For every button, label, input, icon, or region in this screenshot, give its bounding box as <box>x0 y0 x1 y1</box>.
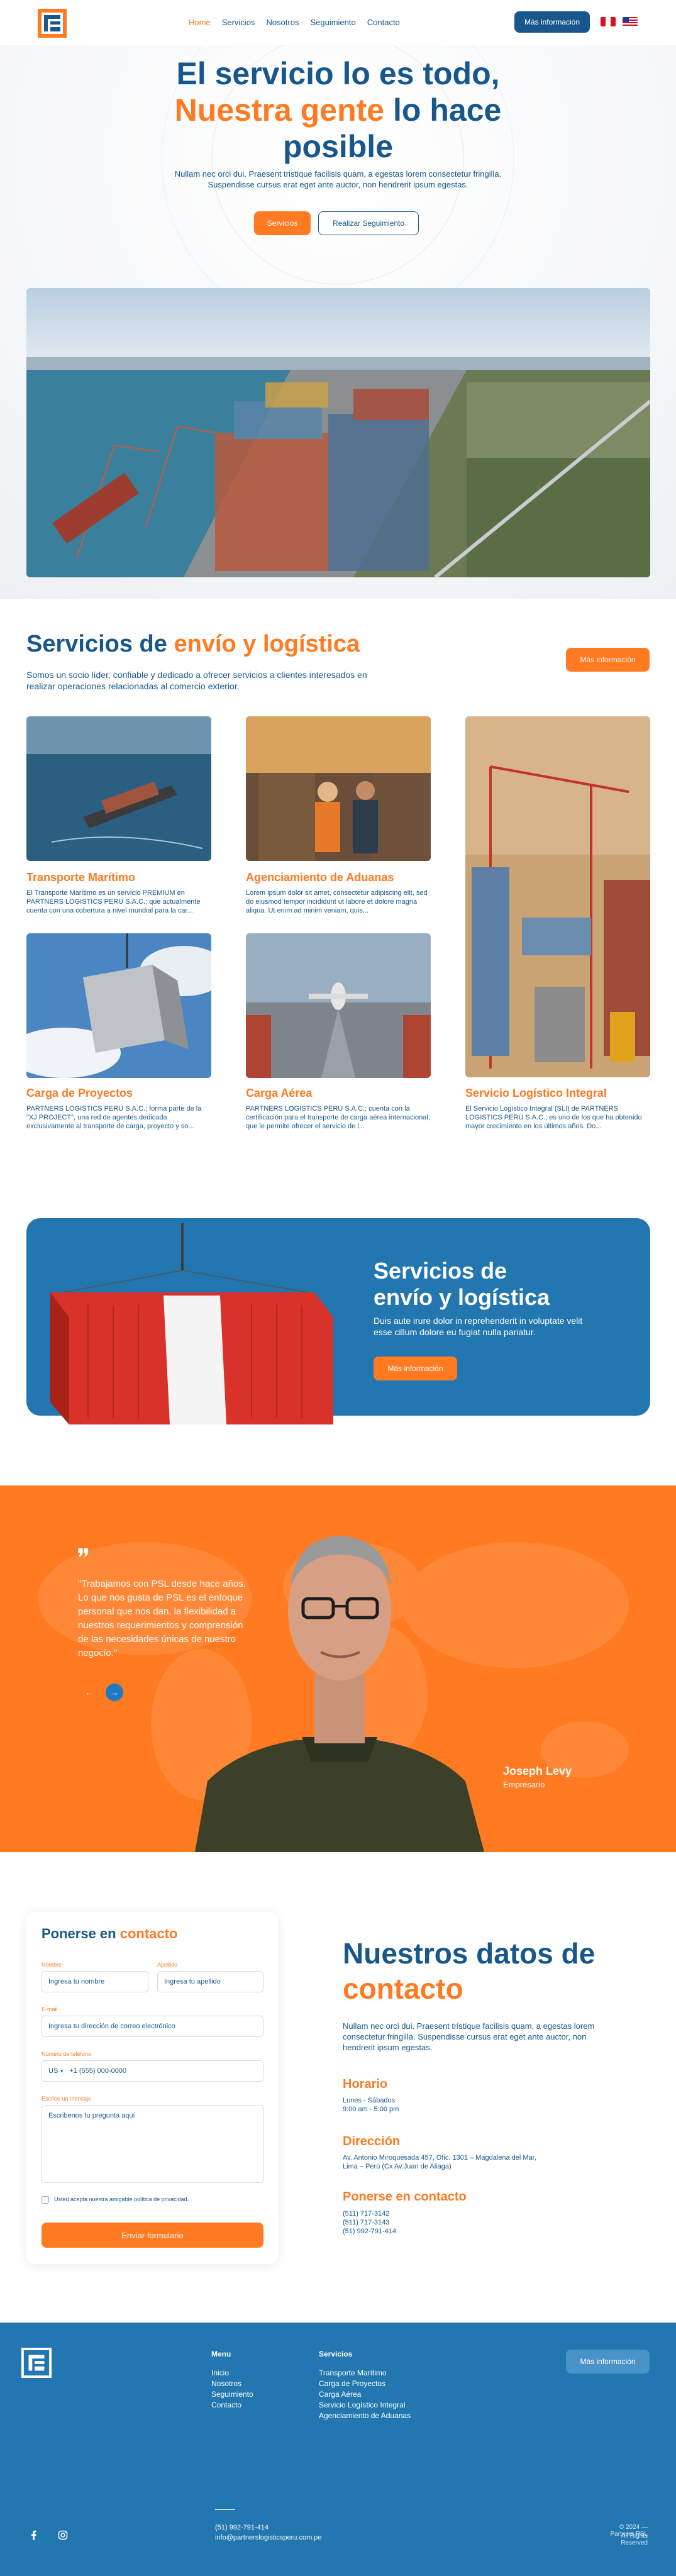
contact-phones-heading: Ponerse en contacto <box>343 2190 467 2204</box>
card-title[interactable]: Carga de Proyectos <box>26 1087 133 1100</box>
privacy-label[interactable]: Usted acepta nuestra amigable política d… <box>54 2196 189 2202</box>
banner-more-info-button[interactable]: Más información <box>374 1357 457 1380</box>
phone-2[interactable]: (511) 717-3143 <box>343 2218 389 2228</box>
card-title[interactable]: Servicio Logístico Integral <box>465 1087 607 1100</box>
footer-link-aerea[interactable]: Carga Aérea <box>319 2390 361 2399</box>
submit-form-button[interactable]: Enviar formulario <box>42 2223 263 2248</box>
maritime-ship-image[interactable] <box>26 716 211 861</box>
instagram-icon[interactable] <box>58 2530 68 2540</box>
logistics-crane-image[interactable] <box>465 716 650 1077</box>
peru-container-image <box>50 1223 333 1424</box>
form-title: Ponerse en contacto <box>42 1926 178 1941</box>
name-label: Nombre <box>42 1962 62 1968</box>
main-nav: Home Servicios Nosotros Seguimiento Cont… <box>189 18 400 27</box>
footer-logo[interactable] <box>21 2348 52 2378</box>
footer-divider <box>215 2509 235 2510</box>
nav-seguimiento[interactable]: Seguimiento <box>310 18 355 27</box>
chevron-down-icon[interactable]: ▾ <box>60 2068 63 2074</box>
copyright-line2: All Rights Reserved <box>621 2533 648 2546</box>
usa-flag-icon[interactable] <box>623 17 638 26</box>
air-cargo-image[interactable] <box>246 933 431 1078</box>
tracking-button[interactable]: Realizar Seguimiento <box>318 211 419 235</box>
contact-info-title: Nuestros datos de contacto <box>343 1937 596 2005</box>
phone-label: Número de teléfono <box>42 2051 92 2057</box>
phone-1[interactable]: (511) 717-3142 <box>343 2209 389 2219</box>
footer-services-heading: Servicios <box>319 2350 353 2358</box>
nav-servicios[interactable]: Servicios <box>222 18 255 27</box>
phone-input[interactable]: US ▾ +1 (555) 000-0000 <box>42 2060 263 2082</box>
footer-menu-heading: Menu <box>211 2350 231 2358</box>
services-more-info-button[interactable]: Más información <box>566 648 650 672</box>
card-text: PARTNERS LOGISTICS PERU S.A.C.; forma pa… <box>26 1105 202 1130</box>
phone-3[interactable]: (51) 992-791-414 <box>343 2227 396 2236</box>
testimonial-section <box>0 1485 676 1852</box>
hours-time: 9:00 am - 5:00 pm <box>343 2106 399 2113</box>
name-input[interactable]: Ingresa tu nombre <box>42 1971 148 1992</box>
nav-contacto[interactable]: Contacto <box>367 18 400 27</box>
card-text: El Servicio Logístico Integral (SLI) de … <box>465 1105 642 1130</box>
hours-heading: Horario <box>343 2077 388 2091</box>
port-aerial-image <box>26 288 650 577</box>
footer-link-aduanas[interactable]: Agenciamiento de Aduanas <box>319 2411 411 2420</box>
footer-link-nosotros[interactable]: Nosotros <box>211 2379 241 2388</box>
address-heading: Dirección <box>343 2135 401 2148</box>
facebook-icon[interactable] <box>29 2530 39 2540</box>
address-line1: Av. Antonio Miroquesada 457, Ofic. 1301 … <box>343 2154 536 2162</box>
peru-flag-icon[interactable] <box>601 17 616 26</box>
testimonial-name: Joseph Levy <box>503 1765 572 1777</box>
card-text: El Transporte Marítimo es un servicio PR… <box>26 889 201 914</box>
services-button[interactable]: Servicios <box>254 211 311 235</box>
card-title[interactable]: Agenciamiento de Aduanas <box>246 871 394 884</box>
privacy-checkbox[interactable] <box>42 2196 49 2204</box>
message-textarea[interactable]: Escribenos tu pregunta aquí <box>42 2105 263 2183</box>
contact-info-subtitle: Nullam nec orci dui. Praesent tristique … <box>343 2021 595 2052</box>
banner-text: Duis aute irure dolor in reprehenderit i… <box>374 1316 583 1337</box>
message-label: Escribe un mensaje <box>42 2096 92 2102</box>
site-header: Home Servicios Nosotros Seguimiento Cont… <box>0 0 676 45</box>
email-label: E-mail <box>42 2006 58 2012</box>
address-line2: Lima – Perú (Cx Av.Juan de Aliaga) <box>343 2163 452 2170</box>
project-cargo-image[interactable] <box>26 933 211 1078</box>
footer-link-seguimiento[interactable]: Seguimiento <box>211 2390 253 2399</box>
company-logo[interactable] <box>36 8 68 39</box>
footer-link-sli[interactable]: Servicio Logístico Integral <box>319 2401 405 2409</box>
footer-phone[interactable]: (51) 992-791-414 <box>215 2524 269 2531</box>
testimonial-role: Empresario <box>503 1780 545 1789</box>
footer-email[interactable]: info@partnerslogisticsperu.com.pe <box>215 2534 322 2541</box>
footer-link-inicio[interactable]: Inicio <box>211 2368 229 2377</box>
testimonial-quote: "Trabajamos con PSL desde hace años. Lo … <box>78 1579 246 1658</box>
card-text: PARTNERS LOGISTICS PERU S.A.C.; cuenta c… <box>246 1105 430 1130</box>
quote-icon: ❞ <box>77 1544 91 1573</box>
nav-nosotros[interactable]: Nosotros <box>266 18 299 27</box>
services-title: Servicios de envío y logística <box>26 631 360 657</box>
prev-arrow-icon[interactable]: ← <box>80 1684 98 1701</box>
services-subtitle: Somos un socio líder, confiable y dedica… <box>26 670 367 691</box>
contact-form-card <box>26 1912 278 2264</box>
hours-days: Lunes - Sábados <box>343 2097 396 2104</box>
footer-link-contacto[interactable]: Contacto <box>211 2401 241 2409</box>
hero-title: El servicio lo es todo, Nuestra gente lo… <box>174 56 502 164</box>
hero-subtitle: Nullam nec orci dui. Praesent tristique … <box>174 169 502 189</box>
nav-home[interactable]: Home <box>189 18 211 27</box>
phone-placeholder: +1 (555) 000-0000 <box>69 2067 127 2075</box>
footer-link-proyectos[interactable]: Carga de Proyectos <box>319 2379 385 2388</box>
card-title[interactable]: Carga Aérea <box>246 1087 312 1100</box>
footer-more-info-button[interactable]: Más información <box>566 2350 650 2373</box>
card-title[interactable]: Transporte Marítimo <box>26 871 135 884</box>
banner-title: Servicios de envío y logística <box>374 1258 550 1310</box>
world-map-background <box>38 1536 629 1852</box>
country-code-select[interactable]: US <box>48 2067 58 2075</box>
header-more-info-button[interactable]: Más información <box>514 11 590 33</box>
email-input[interactable]: Ingresa tu dirección de correo electróni… <box>42 2016 263 2037</box>
last-name-label: Apellido <box>157 1962 178 1968</box>
last-name-input[interactable]: Ingresa tu apellido <box>157 1971 263 1992</box>
footer-link-maritimo[interactable]: Transporte Marítimo <box>319 2368 387 2377</box>
next-arrow-icon[interactable]: → <box>106 1684 123 1701</box>
card-text: Lorem ipsum dolor sit amet, consectetur … <box>246 889 428 914</box>
customs-workers-image[interactable] <box>246 716 431 861</box>
